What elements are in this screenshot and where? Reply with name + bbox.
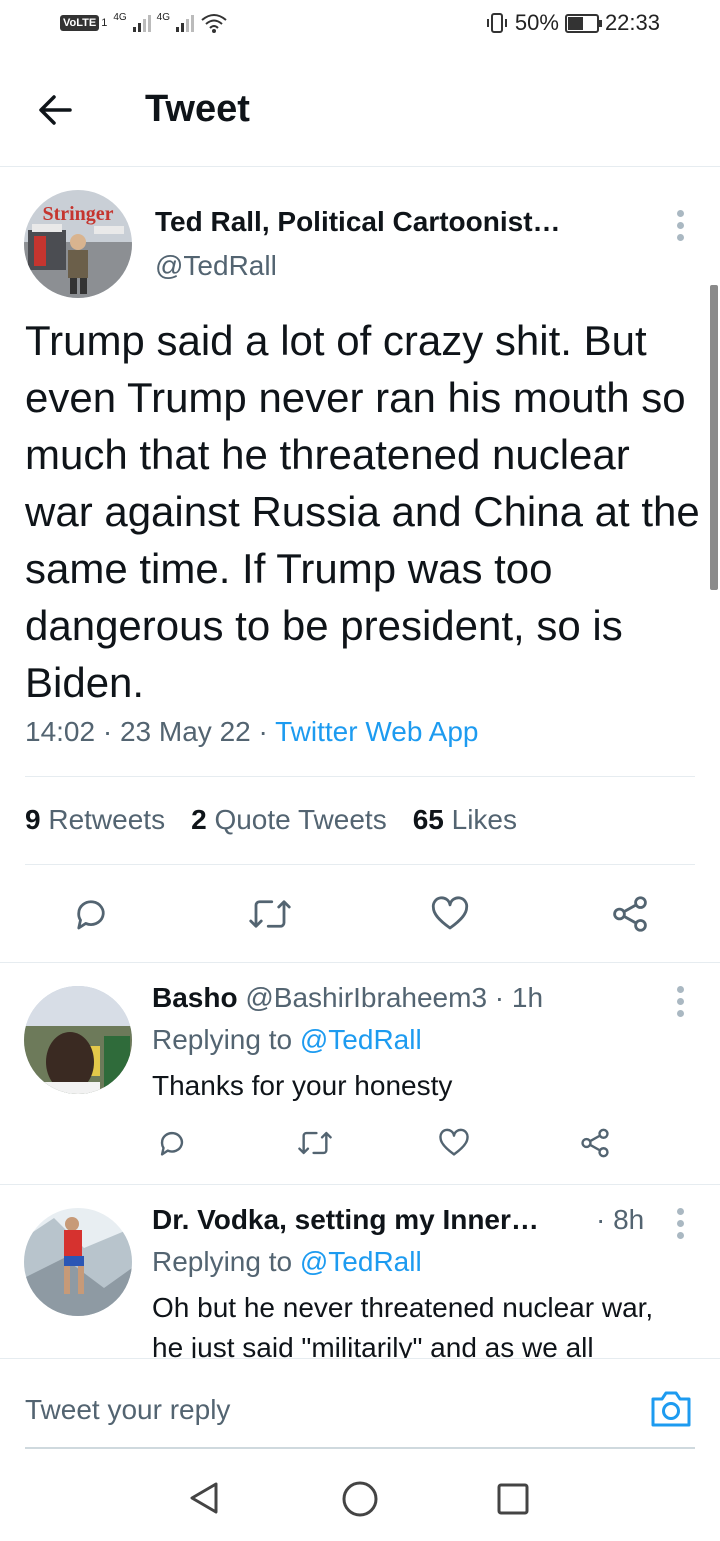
home-circle-icon[interactable] (341, 1480, 379, 1518)
status-bar: VoLTE 1 4G 4G 50% 22:33 (0, 0, 720, 56)
quotes-count: 2 (191, 804, 207, 835)
app-header: Tweet (0, 56, 720, 167)
network-2-label: 4G (156, 12, 171, 23)
quotes-stat[interactable]: 2 Quote Tweets (191, 804, 387, 836)
tweet-more-icon[interactable] (674, 210, 686, 241)
clock: 22:33 (604, 10, 660, 35)
reply-avatar[interactable] (24, 1208, 132, 1316)
divider (0, 1184, 720, 1185)
meta-separator: · (258, 716, 268, 747)
divider (25, 864, 695, 865)
likes-label: Likes (451, 804, 518, 835)
reply-text-line-1: Oh but he never threatened nuclear war, (152, 1292, 654, 1323)
tweet-stats: 9 Retweets 2 Quote Tweets 65 Likes (25, 804, 517, 836)
network-1-label: 4G (113, 12, 127, 23)
avatar-logo-text: Stringer (42, 203, 113, 225)
author-avatar[interactable]: Stringer (24, 190, 132, 298)
retweet-icon[interactable] (247, 893, 293, 935)
divider (25, 776, 695, 777)
back-arrow-icon (39, 95, 72, 125)
system-nav-bar (0, 1450, 720, 1541)
retweet-icon[interactable] (296, 1126, 334, 1160)
battery-percent: 50% (514, 10, 559, 35)
reply-age: · 1h (494, 982, 544, 1013)
divider (0, 962, 720, 963)
recents-square-icon[interactable] (496, 1482, 530, 1516)
reply-2-container: Dr. Vodka, setting my Inner… · 8h Replyi… (0, 1186, 720, 1358)
reply-input-underline (25, 1447, 695, 1449)
signal-2-icon (176, 14, 195, 32)
tweet-text: Trump said a lot of crazy shit. But even… (25, 317, 700, 706)
reply-author-handle[interactable]: @BashirIbraheem3 (245, 982, 487, 1013)
author-name[interactable]: Ted Rall, Political Cartoonist… (155, 206, 561, 238)
replying-to-link[interactable]: @TedRall (300, 1024, 422, 1055)
sim1-label: 1 (101, 17, 108, 29)
replying-to: Replying to @TedRall (152, 1024, 422, 1056)
reply-author-name[interactable]: Basho (152, 982, 238, 1013)
reply-text: Thanks for your honesty (152, 1070, 453, 1101)
tweet-date: 23 May 22 (119, 716, 251, 747)
share-icon[interactable] (578, 1126, 612, 1160)
tweet-meta: 14:02 · 23 May 22 · Twitter Web App (25, 716, 478, 748)
retweets-label: Retweets (48, 804, 166, 835)
camera-icon[interactable] (650, 1389, 692, 1429)
replying-prefix: Replying to (152, 1024, 293, 1055)
retweets-count: 9 (25, 804, 41, 835)
quotes-label: Quote Tweets (214, 804, 387, 835)
reply-composer: Tweet your reply (0, 1358, 720, 1451)
meta-separator: · (102, 716, 113, 747)
status-right: 50% 22:33 (485, 10, 660, 36)
signal-1-icon (132, 14, 151, 32)
volte-badge: VoLTE (60, 15, 100, 31)
reply-text-line-2: he just said "militarily" and as we all (152, 1332, 594, 1358)
author-handle[interactable]: @TedRall (155, 250, 277, 282)
scrollbar[interactable] (710, 285, 718, 590)
reply-more-icon[interactable] (674, 986, 686, 1017)
like-icon[interactable] (429, 893, 471, 935)
reply-header: Dr. Vodka, setting my Inner… (152, 1204, 539, 1236)
reply-more-icon[interactable] (674, 1208, 686, 1239)
replying-to: Replying to @TedRall (152, 1246, 422, 1278)
back-button[interactable] (34, 88, 78, 132)
reply-age: · 8h (596, 1204, 645, 1235)
reply-input[interactable]: Tweet your reply (25, 1394, 230, 1426)
tweet-source-link[interactable]: Twitter Web App (275, 716, 478, 747)
reply-icon[interactable] (155, 1126, 189, 1160)
reply-icon[interactable] (70, 893, 112, 935)
replying-to-link[interactable]: @TedRall (300, 1246, 422, 1277)
likes-count: 65 (412, 804, 444, 835)
tweet-time: 14:02 (25, 716, 96, 747)
reply-header: Basho @BashirIbraheem3 · 1h (152, 982, 543, 1014)
reply-avatar[interactable] (24, 986, 132, 1094)
likes-stat[interactable]: 65 Likes (413, 804, 517, 836)
page-title: Tweet (145, 88, 250, 130)
vibrate-icon (486, 13, 507, 33)
like-icon[interactable] (437, 1126, 471, 1160)
wifi-icon (201, 14, 227, 33)
share-icon[interactable] (609, 893, 651, 935)
reply-author-name[interactable]: Dr. Vodka, setting my Inner… (152, 1204, 539, 1235)
status-left: VoLTE 1 4G 4G (60, 12, 228, 34)
replying-prefix: Replying to (152, 1246, 293, 1277)
retweets-stat[interactable]: 9 Retweets (25, 804, 165, 836)
back-triangle-icon[interactable] (186, 1480, 222, 1516)
battery-icon (564, 13, 602, 33)
